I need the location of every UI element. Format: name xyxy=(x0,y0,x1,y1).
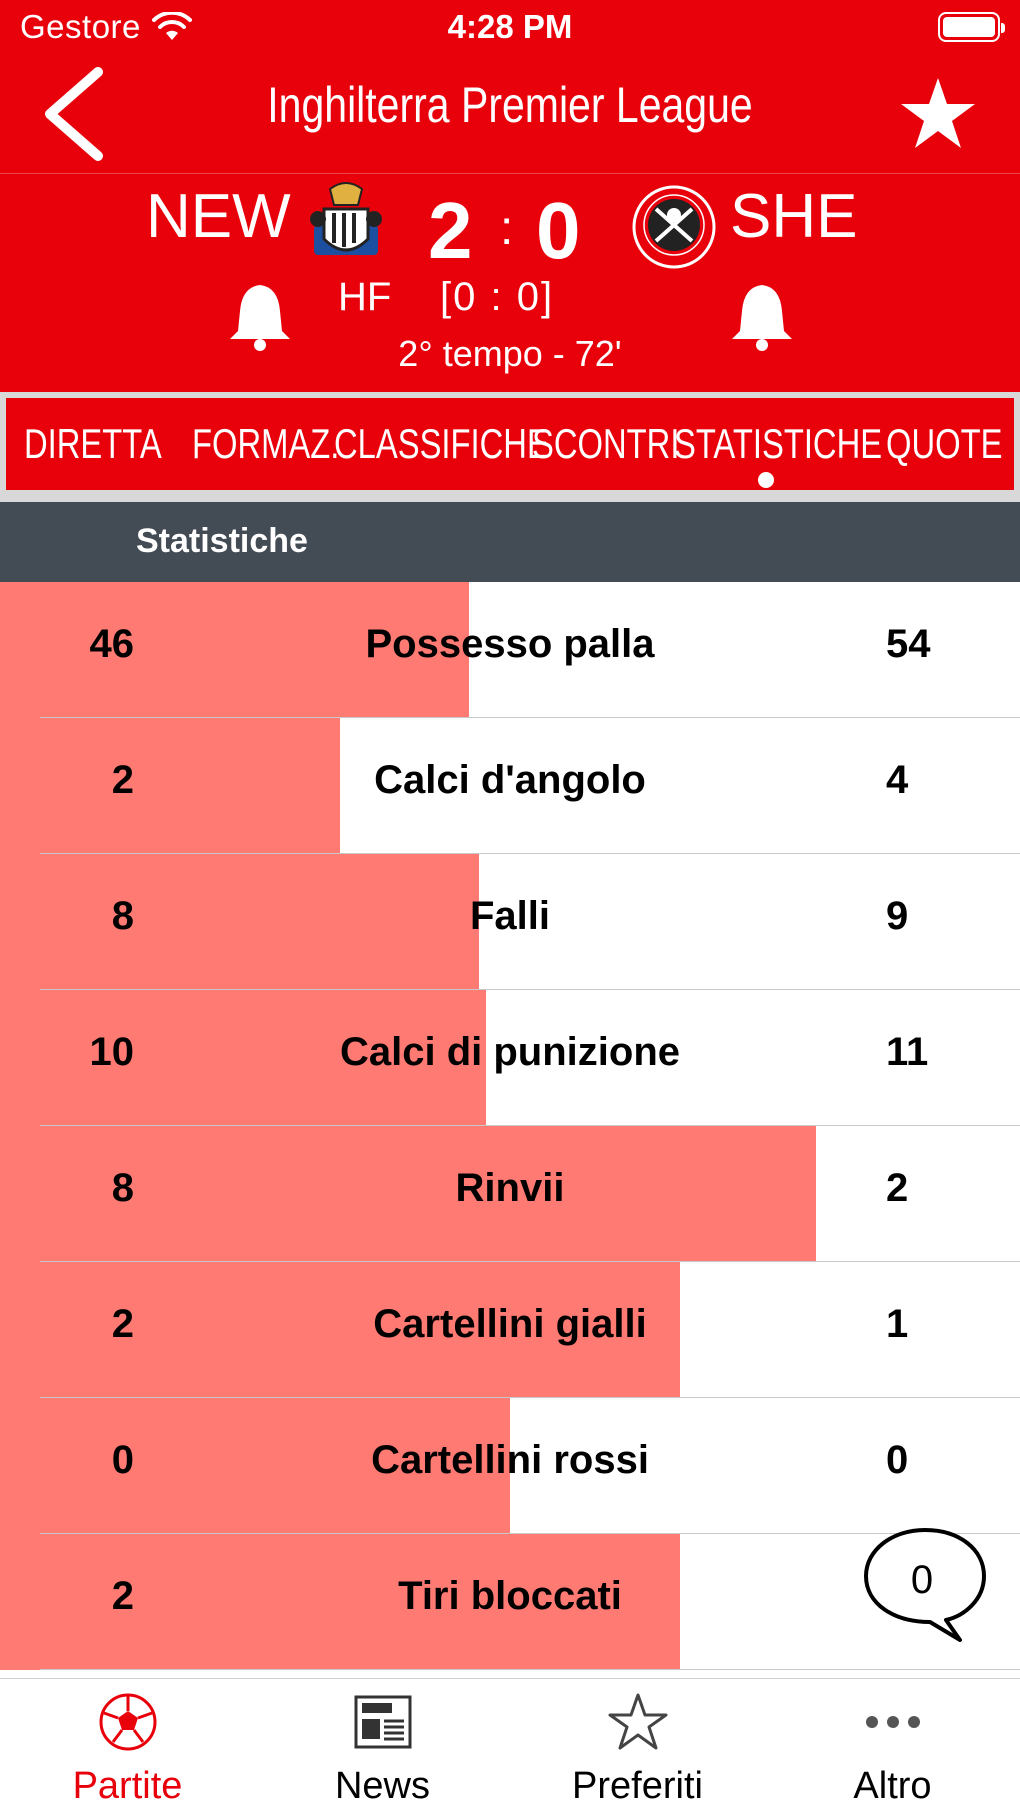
tabbar-item-news[interactable]: News xyxy=(255,1679,510,1813)
match-status: 2° tempo - 72' xyxy=(398,333,622,374)
stat-label: Possesso palla xyxy=(365,622,655,666)
stat-away-value: 54 xyxy=(886,622,931,666)
tabbar-label-altro: Altro xyxy=(853,1765,932,1807)
stat-row: 10 Calci di punizione 11 xyxy=(0,990,1020,1126)
tabbar-label-preferiti: Preferiti xyxy=(572,1765,703,1807)
tabbar-item-altro[interactable]: Altro xyxy=(765,1679,1020,1813)
section-header: Statistiche xyxy=(0,502,1020,582)
stat-home-value: 46 xyxy=(89,622,135,666)
stat-row: 2 Calci d'angolo 4 xyxy=(0,718,1020,854)
tabbar-label-partite: Partite xyxy=(72,1765,183,1807)
clock: 4:28 PM xyxy=(447,8,573,45)
favorite-star-button[interactable] xyxy=(898,74,978,154)
back-button[interactable] xyxy=(36,64,116,164)
match-header: Gestore 4:28 PM Inghilterra Premier Leag… xyxy=(0,0,1020,392)
halftime-score: [0 : 0] xyxy=(440,275,555,319)
home-score: 2 xyxy=(428,186,473,275)
battery-icon xyxy=(938,12,1005,42)
star-outline-icon xyxy=(608,1693,667,1750)
bottom-tab-bar: Partite News Preferiti Altro xyxy=(0,1678,1020,1813)
scoreboard: NEW 2 : 0 SHE HF [0 : 0] 2° tempo - 72' xyxy=(0,175,1020,390)
stat-away-value: 1 xyxy=(886,1302,909,1346)
newspaper-icon xyxy=(354,1695,411,1749)
halftime-label: HF xyxy=(338,275,392,319)
tab-strip: DIRETTA FORMAZ. CLASSIFICHE SCONTRI STAT… xyxy=(6,398,1014,490)
tab-classifiche[interactable]: CLASSIFICHE xyxy=(334,420,549,468)
stat-row: 8 Rinvii 2 xyxy=(0,1126,1020,1262)
stat-home-value: 2 xyxy=(111,1574,134,1618)
stat-home-value: 2 xyxy=(111,1302,134,1346)
tab-formazioni[interactable]: FORMAZ. xyxy=(192,420,339,468)
nav-bar: Inghilterra Premier League xyxy=(0,58,1020,174)
away-team-abbr: SHE xyxy=(730,182,858,251)
away-score: 0 xyxy=(536,186,581,275)
stats-list: 46 Possesso palla 54 2 Calci d'angolo 4 8 Falli… xyxy=(0,582,1020,1676)
stat-label: Cartellini gialli xyxy=(373,1302,647,1346)
tabbar-item-partite[interactable]: Partite xyxy=(0,1679,255,1813)
soccer-ball-icon xyxy=(99,1693,156,1751)
stat-row: 2 Cartellini gialli 1 xyxy=(0,1262,1020,1398)
stat-label: Calci di punizione xyxy=(339,1030,681,1074)
tabbar-label-news: News xyxy=(334,1765,431,1807)
stat-label: Cartellini rossi xyxy=(371,1438,649,1482)
stat-label: Falli xyxy=(469,894,551,938)
score-separator: : xyxy=(500,202,514,255)
home-team-crest-icon xyxy=(310,182,382,255)
tab-scontri[interactable]: SCONTRI xyxy=(532,420,679,468)
stat-home-value: 2 xyxy=(111,758,134,802)
stat-label: Calci d'angolo xyxy=(374,758,646,802)
row-divider xyxy=(40,1669,1020,1670)
comments-count: 0 xyxy=(910,1558,934,1602)
stat-away-value: 11 xyxy=(886,1030,929,1074)
stat-label: Tiri bloccati xyxy=(398,1574,622,1618)
tab-quote[interactable]: QUOTE xyxy=(886,420,1002,468)
stat-away-value: 2 xyxy=(886,1166,909,1210)
stat-away-value: 9 xyxy=(886,894,909,938)
tab-diretta[interactable]: DIRETTA xyxy=(24,420,162,468)
active-tab-indicator xyxy=(758,472,774,488)
stat-away-value: 0 xyxy=(886,1438,909,1482)
stat-home-value: 8 xyxy=(111,1166,134,1210)
stat-away-value: 4 xyxy=(886,758,909,802)
home-team-abbr: NEW xyxy=(146,182,291,251)
tab-bar-top: DIRETTA FORMAZ. CLASSIFICHE SCONTRI STAT… xyxy=(0,392,1020,502)
stat-home-value: 8 xyxy=(111,894,134,938)
stat-row: 0 Cartellini rossi 0 xyxy=(0,1398,1020,1534)
stat-label: Rinvii xyxy=(455,1166,565,1210)
more-dots-icon xyxy=(865,1716,920,1728)
section-title: Statistiche xyxy=(136,522,308,560)
stat-row: 46 Possesso palla 54 xyxy=(0,582,1020,718)
status-bar: Gestore 4:28 PM xyxy=(0,0,1020,58)
stat-row: 8 Falli 9 xyxy=(0,854,1020,990)
stat-home-value: 0 xyxy=(111,1438,134,1482)
page-title: Inghilterra Premier League xyxy=(267,77,753,133)
tabbar-item-preferiti[interactable]: Preferiti xyxy=(510,1679,765,1813)
away-team-crest-icon xyxy=(632,185,716,269)
tab-statistiche[interactable]: STATISTICHE xyxy=(674,420,882,468)
stat-home-value: 10 xyxy=(89,1030,135,1074)
